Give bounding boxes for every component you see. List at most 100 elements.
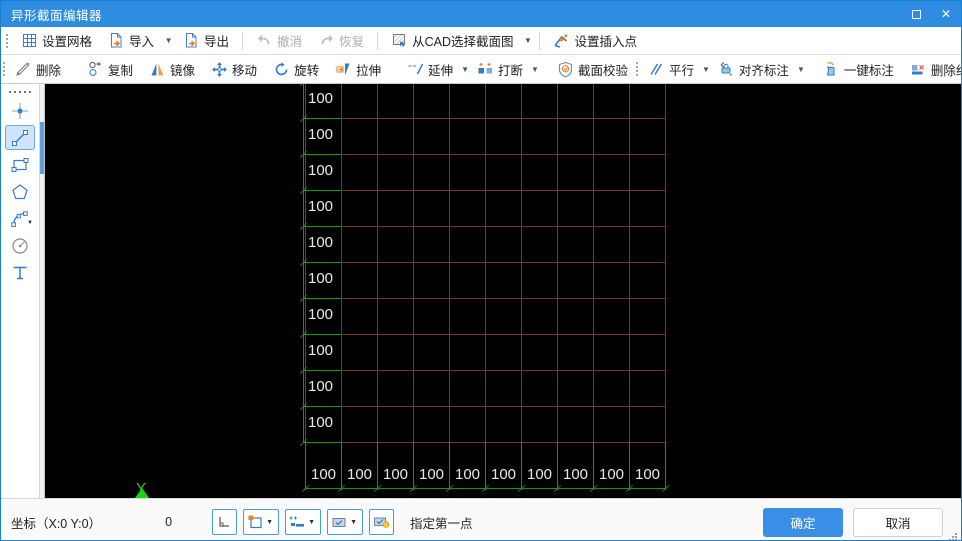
grid-line-horizontal — [305, 154, 665, 155]
close-icon: ✕ — [940, 7, 952, 21]
dimension-extension-line — [303, 226, 341, 227]
dimension-toggle[interactable]: ▼ — [285, 509, 322, 535]
break-label: 打断 — [498, 63, 524, 78]
dimension-dropdown-caret[interactable]: ▼ — [306, 511, 317, 534]
undo-arrow-icon — [256, 32, 273, 49]
shield-check-icon — [557, 61, 574, 78]
redo-label: 恢复 — [339, 35, 365, 49]
export-button[interactable]: 导出 — [176, 28, 236, 53]
extend-button[interactable]: 延伸 — [400, 57, 460, 82]
grid-line-vertical — [593, 84, 594, 442]
import-file-icon — [108, 32, 125, 49]
extend-icon — [407, 61, 424, 78]
dimension-extension-line — [303, 334, 341, 335]
parallel-button[interactable]: 平行 — [641, 57, 701, 82]
toolbar-separator — [539, 31, 541, 50]
break-icon — [477, 61, 494, 78]
dimension-extension-line — [303, 118, 341, 119]
maximize-button[interactable] — [901, 1, 931, 27]
osnap-toggle[interactable]: ▼ — [243, 509, 280, 535]
redo-button[interactable]: 恢复 — [311, 28, 371, 53]
export-label: 导出 — [204, 35, 230, 49]
dimension-label-vertical: 100 — [308, 270, 334, 287]
toolbar-grip[interactable] — [635, 61, 638, 77]
copy-icon — [87, 61, 104, 78]
dim-toggle-icon — [289, 514, 306, 531]
align-dimension-button[interactable]: 对齐标注 — [711, 57, 796, 82]
point-tool[interactable] — [5, 98, 35, 123]
copy-label: 复制 — [108, 63, 134, 78]
ok-button[interactable]: 确定 — [763, 508, 843, 537]
arc-tool[interactable]: ▼ — [5, 206, 35, 231]
one-click-dimension-button[interactable]: 一键标注 — [816, 57, 901, 82]
line-tool[interactable] — [5, 125, 35, 150]
rectangle-tool[interactable] — [5, 152, 35, 177]
dimension-extension-line — [303, 370, 341, 371]
remove-constraint-button[interactable]: 删除约束 — [903, 57, 961, 82]
dimension-extension-line — [303, 406, 341, 407]
ortho-toggle[interactable] — [212, 509, 238, 535]
align-dimension-dropdown-caret[interactable]: ▼ — [797, 58, 805, 81]
display-dropdown-caret[interactable]: ▼ — [348, 511, 359, 534]
select-from-cad-label: 从CAD选择截面图 — [412, 35, 514, 49]
cancel-button[interactable]: 取消 — [853, 508, 943, 537]
extend-label: 延伸 — [428, 63, 454, 78]
undo-label: 撤消 — [277, 35, 303, 49]
stretch-button[interactable]: 拉伸 — [328, 57, 388, 82]
dimension-label-horizontal: 100 — [563, 466, 589, 483]
dimension-label-vertical: 100 — [308, 234, 334, 251]
dimension-label-vertical: 100 — [308, 414, 334, 431]
copy-button[interactable]: 复制 — [80, 57, 140, 82]
delete-label: 删除 — [36, 63, 62, 78]
remove-constraint-icon — [910, 61, 927, 78]
grid-line-horizontal — [305, 226, 665, 227]
insert-point-icon — [553, 32, 570, 49]
dimension-label-horizontal: 100 — [383, 466, 409, 483]
toolbar-grip[interactable] — [3, 61, 5, 77]
drawing-canvas[interactable]: 100 100 100 100 100 100 100 100 100 100 100 100 100 1… — [45, 84, 961, 498]
polygon-tool[interactable] — [5, 179, 35, 204]
status-hint: 指定第一点 — [410, 516, 473, 531]
break-button[interactable]: 打断 — [470, 57, 530, 82]
import-button[interactable]: 导入 — [101, 28, 161, 53]
rotate-button[interactable]: 旋转 — [266, 57, 326, 82]
title-bar: 异形截面编辑器 ✕ — [1, 1, 961, 27]
section-check-button[interactable]: 截面校验 — [550, 57, 635, 82]
window-resize-grip[interactable] — [948, 533, 958, 540]
undo-button[interactable]: 撤消 — [249, 28, 309, 53]
polygon-icon — [12, 183, 28, 199]
circle-tool[interactable] — [5, 233, 35, 258]
stretch-label: 拉伸 — [356, 63, 382, 78]
break-dropdown-caret[interactable]: ▼ — [531, 58, 539, 81]
dimension-extension-line — [557, 442, 558, 490]
grid-settings-button[interactable]: 设置网格 — [14, 28, 99, 53]
palette-scrollbar-thumb[interactable] — [40, 122, 44, 174]
dimension-label-vertical: 100 — [308, 90, 334, 107]
parallel-lines-icon — [648, 61, 665, 78]
parallel-dropdown-caret[interactable]: ▼ — [702, 58, 710, 81]
align-dim-icon — [718, 61, 735, 78]
move-button[interactable]: 移动 — [204, 57, 264, 82]
select-from-cad-dropdown-caret[interactable]: ▼ — [521, 29, 534, 52]
osnap-dropdown-caret[interactable]: ▼ — [264, 511, 275, 534]
set-insert-point-button[interactable]: 设置插入点 — [546, 28, 644, 53]
import-dropdown-caret[interactable]: ▼ — [162, 29, 175, 52]
grid-line-vertical — [305, 84, 306, 442]
toolbar-grip[interactable] — [3, 33, 11, 49]
delete-button[interactable]: 删除 — [8, 57, 68, 82]
grid-line-horizontal — [305, 334, 665, 335]
close-button[interactable]: ✕ — [931, 1, 961, 27]
display-toggle[interactable]: ▼ — [327, 509, 364, 535]
mirror-button[interactable]: 镜像 — [142, 57, 202, 82]
palette-grip[interactable] — [7, 88, 33, 96]
text-tool[interactable] — [5, 260, 35, 285]
arc-tool-dropdown-caret[interactable]: ▼ — [27, 220, 33, 226]
move-arrows-icon — [211, 61, 228, 78]
redo-arrow-icon — [318, 32, 335, 49]
dimension-label-horizontal: 100 — [527, 466, 553, 483]
select-from-cad-button[interactable]: 从CAD选择截面图 — [384, 28, 520, 53]
grid-line-horizontal — [305, 190, 665, 191]
grid-line-vertical — [341, 84, 342, 442]
extend-dropdown-caret[interactable]: ▼ — [461, 58, 469, 81]
hint-toggle[interactable] — [369, 509, 395, 535]
